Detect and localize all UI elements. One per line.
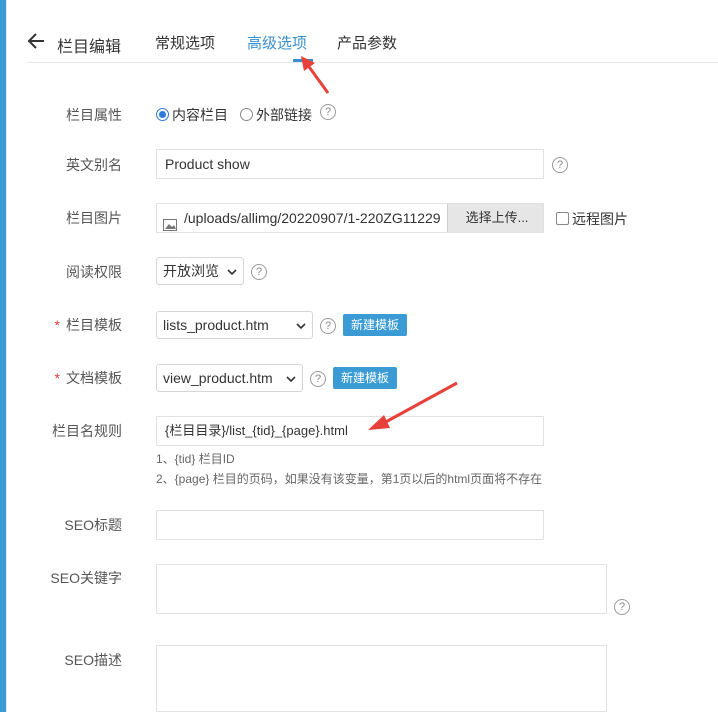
english-alias-input[interactable]: Product show <box>156 149 544 179</box>
upload-button[interactable]: 选择上传... <box>447 204 543 232</box>
read-perm-value: 开放浏览 <box>163 263 219 279</box>
page-title: 栏目编辑 <box>57 39 122 56</box>
header: 栏目编辑 常规选项 高级选项 产品参数 <box>27 0 718 63</box>
annotation-arrow-icon <box>301 56 330 94</box>
list-tpl-select[interactable]: lists_product.htm <box>156 311 313 339</box>
radio-unselected-icon[interactable] <box>240 108 253 121</box>
read-perm-label: 阅读权限 <box>66 264 122 280</box>
seo-desc-textarea[interactable] <box>156 645 607 712</box>
new-list-template-button[interactable]: 新建模板 <box>343 314 408 336</box>
attr-radio-external[interactable]: 外部链接 <box>240 105 312 125</box>
tab-general[interactable]: 常规选项 <box>155 32 215 53</box>
name-rule-hint-2: 2、{page} 栏目的页码，如果没有该变量，第1页以后的html页面将不存在 <box>156 472 543 486</box>
name-rule-input[interactable]: {栏目目录}/list_{tid}_{page}.html <box>156 416 544 446</box>
english-alias-help-icon[interactable]: ? <box>552 157 568 173</box>
seo-title-input[interactable] <box>156 510 544 540</box>
list-tpl-label: * 栏目模板 <box>54 317 122 333</box>
seo-keywords-help-icon[interactable]: ? <box>614 599 630 615</box>
name-rule-label: 栏目名规则 <box>52 423 122 439</box>
doc-tpl-help-icon[interactable]: ? <box>310 371 326 387</box>
seo-keywords-textarea[interactable] <box>156 564 607 614</box>
chevron-down-icon <box>286 370 296 386</box>
radio-selected-icon[interactable] <box>156 108 169 121</box>
image-path-text: /uploads/allimg/20220907/1-220ZG11229 <box>184 210 441 226</box>
attr-radio-content[interactable]: 内容栏目 <box>156 105 228 125</box>
tab-product-params[interactable]: 产品参数 <box>337 32 397 53</box>
doc-tpl-select[interactable]: view_product.htm <box>156 364 303 392</box>
annotation-arrow-icon <box>368 381 458 430</box>
read-perm-help-icon[interactable]: ? <box>251 264 267 280</box>
list-tpl-value: lists_product.htm <box>163 317 269 333</box>
seo-title-label: SEO标题 <box>64 517 122 533</box>
checkbox-icon[interactable] <box>556 212 569 225</box>
attr-help-icon[interactable]: ? <box>320 104 336 120</box>
required-mark: * <box>54 317 60 333</box>
chevron-down-icon <box>296 317 306 333</box>
edit-panel: 栏目编辑 常规选项 高级选项 产品参数 栏目属性 内容栏目 外部链接 ? 英文别… <box>6 0 718 712</box>
english-alias-label: 英文别名 <box>66 157 122 173</box>
image-label: 栏目图片 <box>66 210 122 226</box>
required-mark: * <box>54 370 60 386</box>
attr-label: 栏目属性 <box>66 107 122 123</box>
doc-tpl-value: view_product.htm <box>163 370 273 386</box>
seo-keywords-label: SEO关键字 <box>50 570 122 586</box>
chevron-down-icon <box>227 263 237 279</box>
doc-tpl-label: * 文档模板 <box>54 370 122 386</box>
list-tpl-help-icon[interactable]: ? <box>320 318 336 334</box>
read-perm-select[interactable]: 开放浏览 <box>156 257 244 285</box>
seo-desc-label: SEO描述 <box>64 652 122 668</box>
name-rule-hint-1: 1、{tid} 栏目ID <box>156 452 235 466</box>
remote-image-checkbox[interactable]: 远程图片 <box>556 209 628 229</box>
image-path-field[interactable]: /uploads/allimg/20220907/1-220ZG11229 选择… <box>156 203 544 233</box>
back-arrow-icon[interactable] <box>27 30 45 52</box>
image-icon <box>163 212 177 232</box>
